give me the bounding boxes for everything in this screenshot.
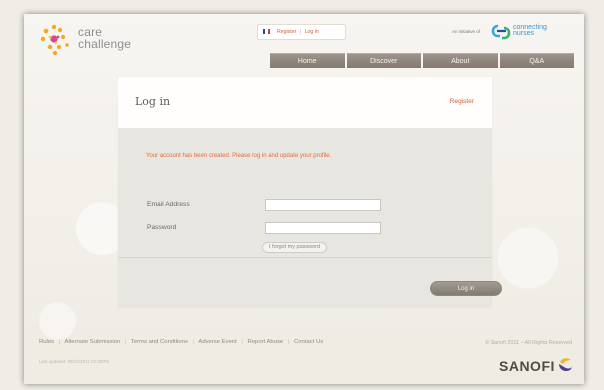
main-navigation: Home Discover About Q&A: [270, 53, 574, 68]
email-label: Email Address: [147, 201, 190, 208]
page-title: Log in: [135, 95, 171, 108]
french-flag-icon[interactable]: [263, 29, 270, 34]
care-challenge-wordmark: care challenge: [78, 26, 131, 50]
site-footer: Rules | Alternate Submission | Terms and…: [24, 334, 584, 384]
footer-link-terms[interactable]: Terms and Conditions: [131, 339, 188, 345]
footer-separator: |: [192, 339, 195, 345]
sanofi-wordmark: SANOFI: [499, 358, 555, 374]
nav-discover[interactable]: Discover: [346, 53, 421, 68]
footer-separator: |: [287, 339, 290, 345]
password-field[interactable]: [265, 222, 381, 234]
login-card: Log in Register Your account has been cr…: [118, 77, 502, 308]
connecting-nurses-initiative[interactable]: An initiative of connecting nurses: [452, 23, 570, 43]
footer-separator: |: [241, 339, 243, 345]
connecting-nurses-wordmark: connecting nurses: [513, 24, 547, 37]
account-created-message: Your account has been created. Please lo…: [146, 153, 332, 159]
nav-about[interactable]: About: [423, 53, 498, 68]
header-register-link[interactable]: Register: [277, 29, 296, 35]
site-header: care challenge Register | Log in An init…: [24, 14, 584, 77]
nurses-text: nurses: [513, 30, 535, 37]
logo-line-challenge: challenge: [78, 37, 132, 51]
footer-separator: |: [124, 339, 127, 345]
nav-home[interactable]: Home: [270, 53, 345, 68]
care-challenge-logo[interactable]: care challenge: [38, 23, 150, 57]
footer-link-report-abuse[interactable]: Report Abuse: [248, 339, 284, 345]
email-field[interactable]: [265, 199, 381, 211]
sanofi-bird-icon: [559, 358, 572, 371]
connecting-nurses-logo-icon: [491, 24, 511, 40]
footer-link-alternate-submission[interactable]: Alternate Submission: [65, 339, 121, 345]
footer-links: Rules | Alternate Submission | Terms and…: [39, 339, 323, 345]
forgot-password-button[interactable]: I forgot my password: [262, 242, 328, 253]
nav-qa[interactable]: Q&A: [499, 53, 574, 68]
login-button[interactable]: Log in: [430, 281, 502, 296]
care-challenge-logo-icon: [40, 24, 69, 56]
initiative-prefix: An initiative of: [452, 29, 481, 34]
footer-separator: |: [58, 339, 61, 345]
sanofi-logo[interactable]: SANOFI: [499, 355, 573, 375]
footer-link-contact-us[interactable]: Contact Us: [294, 339, 323, 345]
login-form-panel: Your account has been created. Please lo…: [118, 128, 502, 308]
register-link[interactable]: Register: [450, 98, 474, 105]
login-card-header: Log in Register: [118, 77, 492, 128]
footer-link-adverse-event[interactable]: Adverse Event: [198, 339, 236, 345]
form-divider: [118, 257, 492, 258]
header-link-separator: |: [299, 29, 302, 35]
header-login-link[interactable]: Log in: [305, 29, 319, 35]
account-language-bar: Register | Log in: [257, 24, 346, 40]
password-label: Password: [147, 224, 177, 231]
account-links: Register | Log in: [277, 25, 319, 39]
copyright-text: © Sanofi 2011 – All Rights Reserved: [485, 340, 572, 346]
last-updated-text: Last updated: 09/12/2011 02:35PM: [39, 359, 109, 364]
page-frame: care challenge Register | Log in An init…: [24, 14, 584, 384]
footer-link-rules[interactable]: Rules: [39, 339, 54, 345]
